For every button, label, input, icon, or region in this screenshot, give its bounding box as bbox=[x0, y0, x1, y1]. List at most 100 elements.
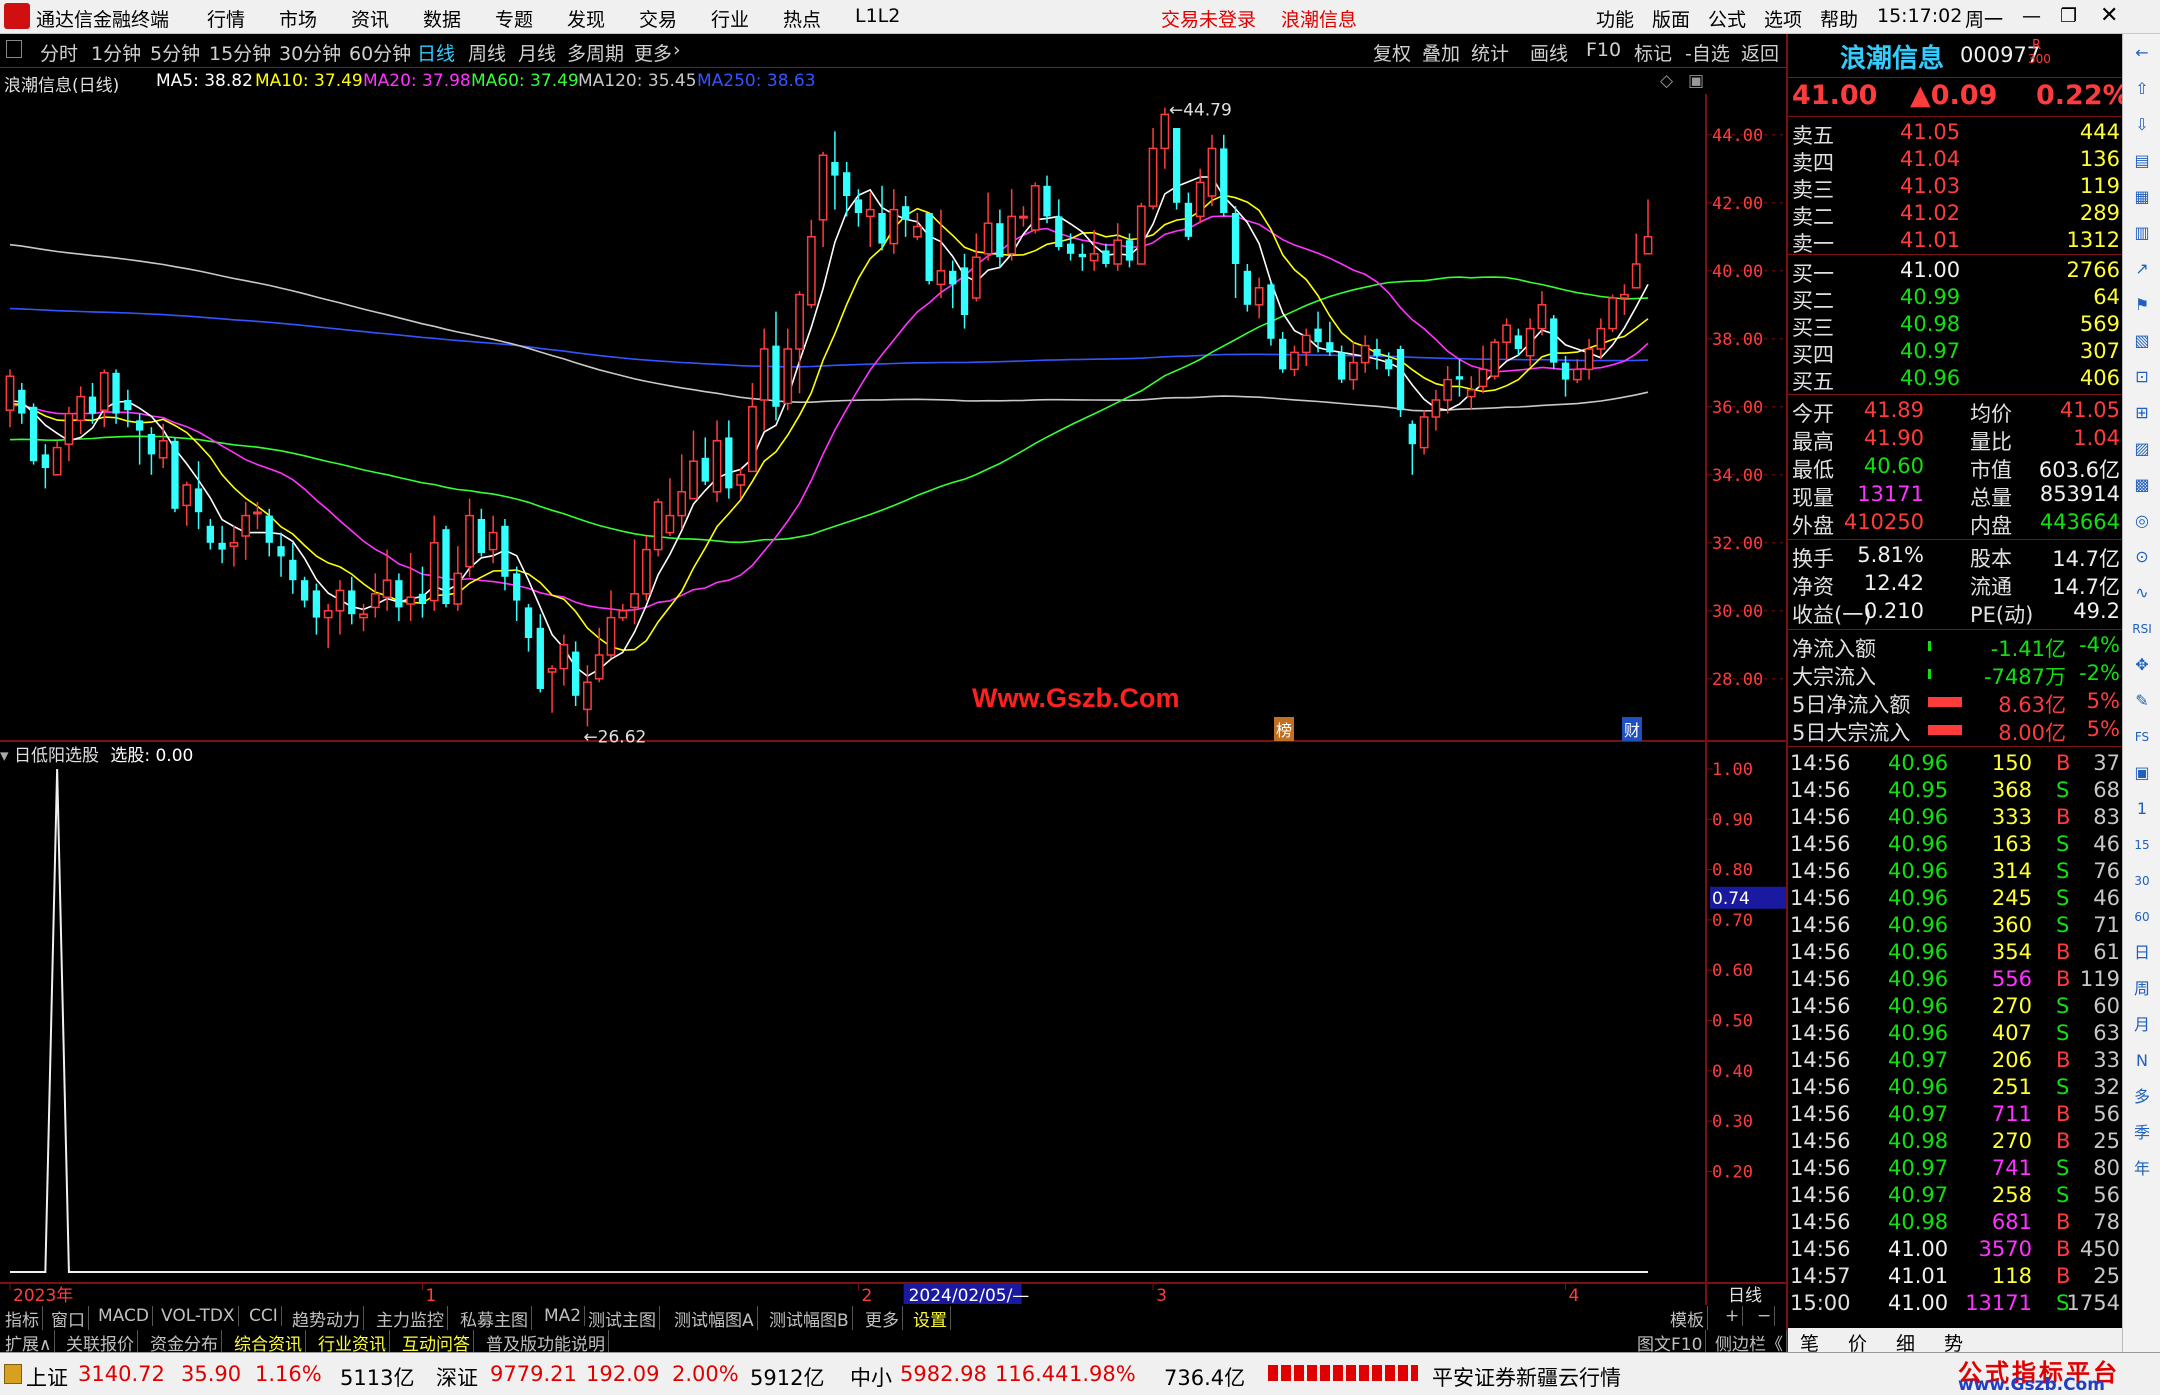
tool-strip-icon[interactable]: ▩ bbox=[2129, 472, 2155, 498]
tick-row[interactable]: 14:56 40.96 150 B 37 bbox=[1788, 751, 2124, 778]
candle-body-up[interactable] bbox=[736, 474, 746, 486]
menu-item-shichang[interactable]: 市场 bbox=[279, 5, 317, 32]
candle-body-down[interactable] bbox=[1078, 253, 1087, 258]
tool-strip-icon[interactable]: ⊡ bbox=[2129, 364, 2155, 390]
candle-body-down[interactable] bbox=[878, 213, 886, 244]
tool-strip-icon[interactable]: ▥ bbox=[2129, 220, 2155, 246]
menu-item-xuanxiang[interactable]: 选项 bbox=[1764, 5, 1802, 32]
candle-body-up[interactable] bbox=[1596, 327, 1606, 350]
candle-body-down[interactable] bbox=[206, 525, 214, 543]
candle-body-down[interactable] bbox=[1055, 216, 1063, 247]
collapse-icon[interactable]: ▾ bbox=[0, 746, 9, 766]
tab-indicator[interactable]: 测试幅图A bbox=[671, 1306, 758, 1331]
candle-body-up[interactable] bbox=[606, 616, 616, 656]
candle-body-up[interactable] bbox=[182, 484, 192, 507]
candle-body-up[interactable] bbox=[806, 236, 816, 306]
tab-indicator[interactable]: 私募主图 bbox=[457, 1306, 532, 1331]
tab-right-control[interactable]: + bbox=[1722, 1306, 1744, 1326]
tool-strip-icon[interactable]: ⊞ bbox=[2129, 400, 2155, 426]
candle-body-down[interactable] bbox=[1043, 185, 1051, 217]
candle-body-up[interactable] bbox=[1089, 253, 1099, 262]
candle-body-up[interactable] bbox=[1207, 147, 1217, 197]
candle-body-down[interactable] bbox=[194, 488, 203, 513]
btn-huaxian[interactable]: 画线 bbox=[1530, 39, 1568, 66]
tab-indicator[interactable]: VOL-TDX bbox=[158, 1306, 239, 1326]
tab-indicator[interactable]: 趋势动力 bbox=[289, 1306, 364, 1331]
candle-body-down[interactable] bbox=[1337, 352, 1346, 380]
candle-body-up[interactable] bbox=[912, 225, 922, 238]
tool-strip-icon[interactable]: ◎ bbox=[2129, 508, 2155, 534]
candle-body-down[interactable] bbox=[513, 573, 521, 601]
bid-row[interactable]: 买五 40.96 406 bbox=[1788, 366, 2124, 394]
candle-body-up[interactable] bbox=[1290, 351, 1299, 371]
candle-body-down[interactable] bbox=[1102, 250, 1110, 264]
tab-indicator[interactable]: MA2 bbox=[541, 1306, 586, 1326]
candle-body-up[interactable] bbox=[1195, 181, 1205, 218]
candle-body-up[interactable] bbox=[618, 610, 628, 619]
window-max-icon[interactable]: ▣ bbox=[1688, 71, 1704, 91]
menu-item-hangye[interactable]: 行业 bbox=[711, 5, 749, 32]
bid-row[interactable]: 买一 41.00 2766 bbox=[1788, 258, 2124, 286]
tick-row[interactable]: 14:56 40.96 354 B 61 bbox=[1788, 940, 2124, 967]
candle-body-up[interactable] bbox=[99, 372, 109, 411]
menu-item-redian[interactable]: 热点 bbox=[783, 5, 821, 32]
close-icon[interactable]: ✕ bbox=[2100, 3, 2118, 28]
tick-row[interactable]: 14:56 40.98 681 B 78 bbox=[1788, 1210, 2124, 1237]
tool-strip-icon[interactable]: ↗ bbox=[2129, 256, 2155, 282]
candle-body-up[interactable] bbox=[630, 593, 639, 609]
candle-body-down[interactable] bbox=[1231, 213, 1240, 264]
sz-label[interactable]: 深证 bbox=[436, 1362, 478, 1392]
tool-strip-icon[interactable]: FS bbox=[2129, 724, 2155, 750]
candle-body-up[interactable] bbox=[1620, 293, 1629, 299]
candle-body-up[interactable] bbox=[1608, 297, 1618, 330]
candle-body-down[interactable] bbox=[1373, 349, 1381, 356]
candle-body-down[interactable] bbox=[1267, 284, 1275, 339]
menu-item-banmian[interactable]: 版面 bbox=[1652, 5, 1690, 32]
btn-tongji[interactable]: 统计 bbox=[1471, 39, 1509, 66]
tick-row[interactable]: 14:56 40.96 163 S 46 bbox=[1788, 832, 2124, 859]
candle-body-up[interactable] bbox=[359, 613, 368, 619]
candle-body-down[interactable] bbox=[1125, 240, 1134, 261]
candle-body-up[interactable] bbox=[795, 293, 804, 350]
candle-body-up[interactable] bbox=[1584, 348, 1594, 371]
btn-fuquan[interactable]: 复权 bbox=[1373, 39, 1411, 66]
tab-right-control[interactable]: − bbox=[1754, 1306, 1776, 1326]
candle-body-down[interactable] bbox=[925, 213, 933, 281]
candle-body-down[interactable] bbox=[901, 206, 910, 220]
stat-row[interactable]: 最低 40.60 市值 603.6亿 bbox=[1788, 454, 2124, 482]
candle-body-up[interactable] bbox=[406, 596, 416, 605]
tool-strip-icon[interactable]: 多 bbox=[2129, 1084, 2155, 1110]
tool-strip-icon[interactable]: 60 bbox=[2129, 904, 2155, 930]
candle-body-up[interactable] bbox=[983, 222, 993, 255]
candle-body-up[interactable] bbox=[747, 406, 757, 473]
minimize-icon[interactable]: — bbox=[2022, 5, 2041, 27]
diamond-icon[interactable]: ◇ bbox=[1660, 71, 1673, 91]
candle-body-up[interactable] bbox=[1631, 263, 1641, 289]
candle-body-up[interactable] bbox=[653, 501, 663, 551]
candle-body-down[interactable] bbox=[571, 651, 580, 696]
period-monthly[interactable]: 月线 bbox=[518, 39, 556, 66]
candle-body-up[interactable] bbox=[1019, 215, 1028, 219]
candle-body-up[interactable] bbox=[1490, 341, 1500, 377]
candle-body-up[interactable] bbox=[241, 514, 251, 537]
menu-item-jiaoyi[interactable]: 交易 bbox=[639, 5, 677, 32]
period-fenshi[interactable]: 分时 bbox=[40, 39, 78, 66]
candle-body-up[interactable] bbox=[158, 440, 168, 459]
candle-body-up[interactable] bbox=[453, 572, 463, 605]
candle-body-up[interactable] bbox=[583, 681, 592, 711]
candle-body-up[interactable] bbox=[64, 412, 74, 445]
candle-body-down[interactable] bbox=[348, 590, 356, 615]
candle-body-down[interactable] bbox=[1172, 128, 1181, 203]
menu-item-zixun[interactable]: 资讯 bbox=[351, 5, 389, 32]
tool-strip-icon[interactable]: ▨ bbox=[2129, 436, 2155, 462]
candle-body-up[interactable] bbox=[1537, 304, 1547, 330]
candle-body-down[interactable] bbox=[854, 199, 863, 213]
candle-body-down[interactable] bbox=[831, 162, 839, 176]
candle-body-up[interactable] bbox=[594, 654, 604, 680]
menu-item-shuju[interactable]: 数据 bbox=[423, 5, 461, 32]
candle-body-down[interactable] bbox=[996, 223, 1004, 258]
tool-strip-icon[interactable]: ▦ bbox=[2129, 184, 2155, 210]
tick-row[interactable]: 14:56 40.96 360 S 71 bbox=[1788, 913, 2124, 940]
candle-body-down[interactable] bbox=[1066, 243, 1075, 254]
candle-body-down[interactable] bbox=[536, 627, 544, 689]
